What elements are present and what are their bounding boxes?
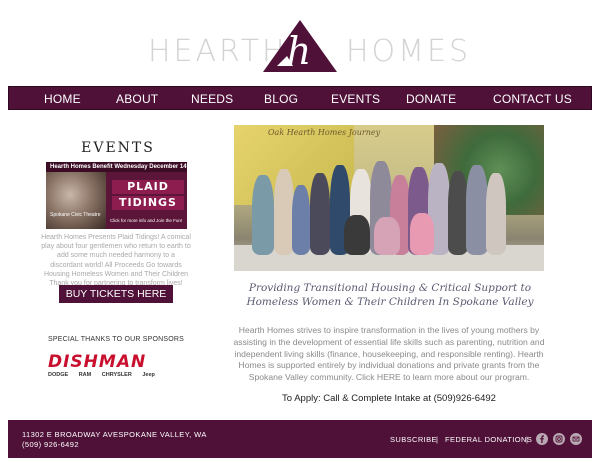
footer-separator: | <box>436 435 438 444</box>
flyer-banner: Hearth Homes Benefit Wednesday December … <box>46 162 187 172</box>
nav-about[interactable]: ABOUT <box>116 92 158 106</box>
facebook-icon[interactable] <box>536 433 548 445</box>
event-description: Hearth Homes Presents Plaid Tidings! A c… <box>41 234 191 288</box>
person <box>274 169 294 255</box>
logo-mark-letter: h <box>287 29 311 72</box>
mural-text: Oak Hearth Homes Journey <box>268 128 381 137</box>
nav-home[interactable]: HOME <box>44 92 81 106</box>
email-icon[interactable] <box>570 433 582 445</box>
person <box>252 175 274 255</box>
about-paragraph: Hearth Homes strives to inspire transfor… <box>233 325 545 383</box>
instagram-icon[interactable] <box>553 433 565 445</box>
flyer-title: PLAID TIDINGS <box>112 180 184 210</box>
logo-text-homes: HOMES <box>346 34 472 69</box>
person <box>410 213 434 255</box>
person <box>310 173 330 255</box>
person <box>292 185 310 255</box>
sponsor-name: DISHMAN <box>48 352 147 372</box>
logo-mark: h <box>263 20 337 72</box>
footer-phone: (509) 926-6492 <box>22 440 79 449</box>
hero-group-photo: Oak Hearth Homes Journey <box>234 125 544 271</box>
flyer-note: Click for more info and Join the Fun! <box>109 218 183 223</box>
nav-donate[interactable]: DONATE <box>406 92 456 106</box>
brand-jeep: Jeep <box>142 372 155 378</box>
event-flyer-image[interactable]: Hearth Homes Benefit Wednesday December … <box>46 162 187 229</box>
footer-address: 11302 E BROADWAY AVESPOKANE VALLEY, WA <box>22 430 207 439</box>
footer-separator: | <box>526 435 528 444</box>
sponsors-heading: SPECIAL THANKS TO OUR SPONSORS <box>47 336 185 343</box>
nav-blog[interactable]: BLOG <box>264 92 298 106</box>
brand-chrysler: CHRYSLER <box>101 372 132 378</box>
flyer-title-line2: TIDINGS <box>112 196 184 210</box>
flyer-photo <box>46 172 106 229</box>
flyer-title-line1: PLAID <box>112 180 184 194</box>
site-footer: 11302 E BROADWAY AVESPOKANE VALLEY, WA (… <box>8 420 592 458</box>
tagline: Providing Transitional Housing & Critica… <box>246 282 534 308</box>
brand-ram: RAM <box>78 372 92 378</box>
subscribe-link[interactable]: SUBSCRIBE <box>390 435 437 444</box>
buy-tickets-button[interactable]: BUY TICKETS HERE <box>59 285 173 303</box>
person <box>466 165 488 255</box>
person <box>344 215 370 255</box>
person <box>374 217 400 255</box>
brand-dodge: DODGE <box>48 372 69 378</box>
nav-contact-us[interactable]: CONTACT US <box>493 92 572 106</box>
flyer-venue: Spokane Civic Theatre <box>50 212 101 218</box>
dishman-sponsor-logo[interactable]: DISHMAN DODGE RAM CHRYSLER Jeep <box>46 352 186 382</box>
events-heading: EVENTS <box>81 140 155 156</box>
nav-events[interactable]: EVENTS <box>331 92 380 106</box>
site-logo[interactable]: HEARTH h HOMES <box>0 14 600 74</box>
nav-needs[interactable]: NEEDS <box>191 92 233 106</box>
sponsor-brands: DODGE RAM CHRYSLER Jeep <box>48 372 186 378</box>
person <box>448 171 468 255</box>
person <box>486 173 506 255</box>
federal-donations-link[interactable]: FEDERAL DONATIONS <box>445 435 532 444</box>
apply-info: To Apply: Call & Complete Intake at (509… <box>282 393 496 404</box>
main-nav: HOME ABOUT NEEDS BLOG EVENTS DONATE CONT… <box>8 86 592 110</box>
